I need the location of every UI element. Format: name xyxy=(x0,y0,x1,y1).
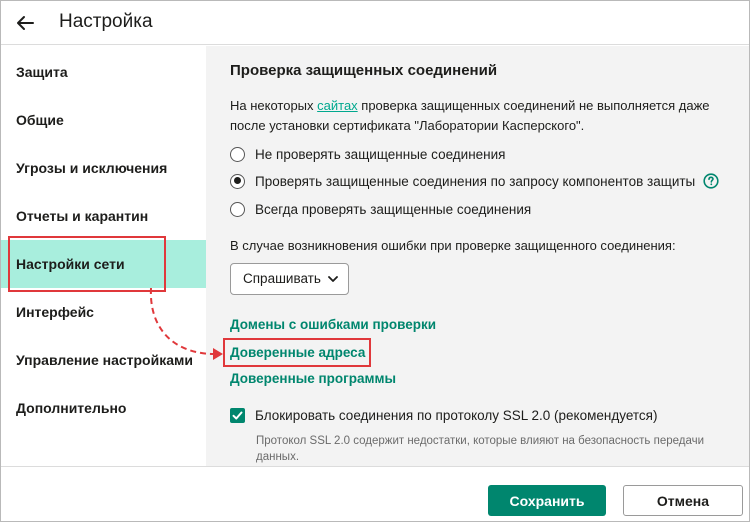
sidebar-item-threats[interactable]: Угрозы и исключения xyxy=(1,144,206,192)
error-behavior-label: В случае возникновения ошибки при провер… xyxy=(230,238,676,253)
ssl-block-label: Блокировать соединения по протоколу SSL … xyxy=(255,408,658,423)
sidebar-item-network-label: Настройки сети xyxy=(8,236,166,292)
main-panel: Проверка защищенных соединений На некото… xyxy=(206,46,749,466)
radio-button-selected[interactable] xyxy=(230,173,245,189)
save-button[interactable]: Сохранить xyxy=(488,485,606,516)
domains-with-errors-link[interactable]: Домены с ошибками проверки xyxy=(230,317,436,332)
cancel-button[interactable]: Отмена xyxy=(623,485,743,516)
back-button[interactable] xyxy=(13,10,39,36)
trusted-addresses-highlight xyxy=(223,338,371,367)
ssl-note: Протокол SSL 2.0 содержит недостатки, ко… xyxy=(256,435,705,463)
sidebar: Защита Общие Угрозы и исключения Отчеты … xyxy=(1,46,206,466)
radio-always-check[interactable]: Всегда проверять защищенные соединения xyxy=(230,199,531,219)
radio-label: Проверять защищенные соединения по запро… xyxy=(255,173,696,189)
dropdown-value: Спрашивать xyxy=(243,271,321,286)
radio-label: Всегда проверять защищенные соединения xyxy=(255,201,532,217)
ssl-block-option[interactable]: Блокировать соединения по протоколу SSL … xyxy=(230,408,657,423)
header: Настройка xyxy=(1,1,749,45)
footer: Сохранить Отмена xyxy=(1,466,749,521)
chevron-down-icon xyxy=(328,276,338,282)
sidebar-item-reports[interactable]: Отчеты и карантин xyxy=(1,192,206,240)
arrow-left-icon xyxy=(17,16,34,30)
sites-link[interactable]: сайтах xyxy=(317,98,358,113)
sidebar-item-advanced[interactable]: Дополнительно xyxy=(1,384,206,432)
sidebar-item-general[interactable]: Общие xyxy=(1,96,206,144)
radio-check-on-request[interactable]: Проверять защищенные соединения по запро… xyxy=(230,171,719,191)
help-icon[interactable] xyxy=(703,173,719,189)
radio-button[interactable] xyxy=(230,146,245,162)
radio-button[interactable] xyxy=(230,201,245,217)
section-description: На некоторых сайтах проверка защищенных … xyxy=(230,96,745,136)
radio-no-check[interactable]: Не проверять защищенные соединения xyxy=(230,144,506,164)
sidebar-item-protection[interactable]: Защита xyxy=(1,48,206,96)
desc-text-start: На некоторых xyxy=(230,98,318,113)
error-behavior-dropdown[interactable]: Спрашивать xyxy=(230,263,349,295)
radio-label: Не проверять защищенные соединения xyxy=(255,146,506,162)
sidebar-item-manage-settings[interactable]: Управление настройками xyxy=(1,336,206,384)
section-title: Проверка защищенных соединений xyxy=(230,62,498,79)
sidebar-item-interface[interactable]: Интерфейс xyxy=(1,288,206,336)
page-title: Настройка xyxy=(59,11,153,32)
settings-window: Настройка Защита Общие Угрозы и исключен… xyxy=(0,0,750,522)
ssl-block-checkbox[interactable] xyxy=(230,408,245,423)
checkmark-icon xyxy=(232,411,243,420)
trusted-applications-link[interactable]: Доверенные программы xyxy=(230,371,396,386)
